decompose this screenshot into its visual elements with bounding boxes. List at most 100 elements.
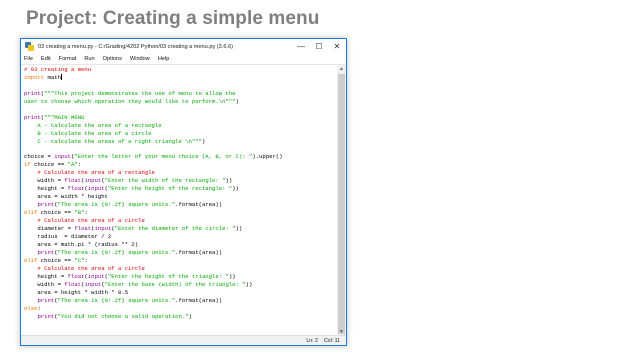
slide-title: Project: Creating a simple menu bbox=[26, 8, 320, 29]
code-string: "Enter the letter of your menu choice (A… bbox=[74, 153, 253, 161]
code-string: "Enter the diameter of the circle: " bbox=[114, 225, 236, 233]
code-string: """This project demonstrates the use of … bbox=[44, 89, 236, 97]
menu-file[interactable]: File bbox=[24, 56, 33, 62]
code-text-span: height = bbox=[24, 185, 68, 193]
idle-editor-window[interactable]: 03 creating a menu.py - C:/Grading/4202 … bbox=[20, 38, 347, 346]
code-text-span: height = bbox=[24, 272, 68, 280]
code-keyword: else bbox=[24, 304, 38, 312]
code-text-span: ) bbox=[188, 312, 192, 320]
code-text-span bbox=[24, 313, 37, 320]
code-string: B - Calculate the area of a circle bbox=[24, 129, 152, 137]
code-text-span bbox=[24, 201, 37, 208]
menu-help[interactable]: Help bbox=[158, 56, 170, 62]
code-string: """MAIN MENU bbox=[44, 113, 85, 121]
code-keyword: if bbox=[24, 161, 31, 169]
python-icon bbox=[25, 42, 34, 51]
menu-format[interactable]: Format bbox=[59, 56, 77, 62]
code-keyword: elif bbox=[24, 209, 38, 217]
code-string: "B" bbox=[74, 209, 85, 217]
code-string: "Enter the base (width) of the triangle:… bbox=[104, 280, 246, 288]
code-text-span: choice == bbox=[30, 161, 68, 169]
status-column: Col: 11 bbox=[323, 337, 340, 344]
code-string: "You did not choose a valid operation." bbox=[57, 312, 189, 320]
code-editor[interactable]: # 03 creating a menu import math print("… bbox=[21, 65, 337, 336]
menu-edit[interactable]: Edit bbox=[41, 56, 51, 62]
code-text-span: : bbox=[84, 209, 88, 217]
code-text-span: width = bbox=[24, 280, 65, 288]
code-text-span: area = math.pi * (radius ** 2) bbox=[24, 240, 139, 248]
status-bar: Ln: 2 Col: 11 bbox=[21, 335, 346, 345]
code-keyword: import bbox=[24, 73, 45, 81]
code-builtin: print bbox=[37, 248, 55, 256]
code-builtin: input bbox=[87, 272, 105, 280]
code-text-span: choice == bbox=[37, 256, 75, 264]
code-builtin: float bbox=[67, 272, 85, 280]
code-text-span bbox=[24, 297, 37, 304]
code-string: "The area is {0:.2f} square units." bbox=[57, 248, 176, 256]
code-text-span: width = bbox=[24, 177, 65, 185]
scroll-up-icon[interactable]: ▲ bbox=[337, 65, 346, 73]
code-builtin: input bbox=[87, 185, 105, 193]
code-comment: # Calculate the area of a circle bbox=[24, 264, 145, 272]
scrollbar-thumb[interactable] bbox=[338, 74, 345, 334]
menu-window[interactable]: Window bbox=[130, 56, 150, 62]
code-builtin: print bbox=[37, 312, 55, 320]
maximize-button[interactable]: ☐ bbox=[310, 39, 328, 54]
code-text-span: math bbox=[44, 73, 61, 81]
code-text-span: .format(area)) bbox=[175, 248, 223, 256]
code-builtin: float bbox=[64, 177, 82, 185]
code-builtin: float bbox=[74, 225, 92, 233]
code-text-span: diameter = bbox=[24, 225, 75, 233]
status-line: Ln: 2 bbox=[306, 337, 318, 344]
code-text-span: radius = diameter / 2 bbox=[24, 233, 112, 241]
window-titlebar[interactable]: 03 creating a menu.py - C:/Grading/4202 … bbox=[21, 39, 346, 54]
code-text-span: )) bbox=[235, 225, 243, 233]
code-builtin: print bbox=[37, 296, 55, 304]
code-string: "A" bbox=[67, 161, 78, 169]
code-comment: # 03 creating a menu bbox=[24, 66, 92, 73]
text-cursor bbox=[60, 73, 62, 80]
code-builtin: float bbox=[64, 280, 82, 288]
code-builtin: float bbox=[67, 185, 85, 193]
code-string: "Enter the height of the triangle: " bbox=[107, 272, 229, 280]
code-string: "The area is {0:.2f} square units." bbox=[57, 296, 176, 304]
code-text-span: ) bbox=[235, 97, 239, 105]
code-text: # 03 creating a menu import math print("… bbox=[21, 65, 337, 321]
code-text-span: ).upper() bbox=[252, 153, 283, 161]
code-text-span: choice = bbox=[24, 153, 55, 161]
code-builtin: input bbox=[54, 153, 72, 161]
code-string: "Enter the width of the rectangle: " bbox=[104, 177, 226, 185]
code-text-span: )) bbox=[232, 185, 239, 193]
vertical-scrollbar[interactable]: ▲ ▼ bbox=[337, 65, 346, 336]
code-builtin: print bbox=[37, 201, 55, 209]
code-builtin: print bbox=[24, 113, 41, 121]
close-button[interactable]: ✕ bbox=[328, 39, 346, 54]
code-string: A - Calculate the area of a rectangle bbox=[24, 121, 162, 129]
code-text-span: )) bbox=[228, 272, 236, 280]
code-text-span: : bbox=[37, 304, 41, 312]
code-text-span: )) bbox=[225, 177, 233, 185]
window-title: 03 creating a menu.py - C:/Grading/4202 … bbox=[38, 43, 233, 50]
code-text-span: ) bbox=[201, 137, 206, 145]
minimize-button[interactable]: — bbox=[292, 39, 310, 54]
code-text-span: area = width * height bbox=[24, 193, 108, 201]
code-comment: # Calculate the area of a circle bbox=[24, 217, 145, 225]
code-string: "The area is {0:.2f} square units." bbox=[57, 201, 176, 209]
menu-options[interactable]: Options bbox=[103, 56, 122, 62]
code-text-span: .format(area)) bbox=[175, 201, 223, 209]
menu-bar: File Edit Format Run Options Window Help bbox=[21, 54, 346, 65]
menu-run[interactable]: Run bbox=[84, 56, 94, 62]
code-builtin: input bbox=[84, 280, 102, 288]
code-text-span: choice == bbox=[37, 209, 75, 217]
code-builtin: input bbox=[84, 177, 102, 185]
code-string: "Enter the height of the rectangle: " bbox=[107, 185, 233, 193]
code-string: C - calculate the areas of a right trian… bbox=[24, 137, 202, 145]
code-comment: # Calculate the area of a rectangle bbox=[24, 169, 155, 177]
code-keyword: elif bbox=[24, 256, 38, 264]
code-text-span: .format(area)) bbox=[175, 296, 223, 304]
code-text-span: : bbox=[77, 161, 82, 169]
code-builtin: input bbox=[94, 225, 112, 233]
code-text-span: : bbox=[84, 256, 88, 264]
code-text-span bbox=[24, 249, 37, 256]
code-text-span: area = height * width * 0.5 bbox=[24, 288, 129, 296]
